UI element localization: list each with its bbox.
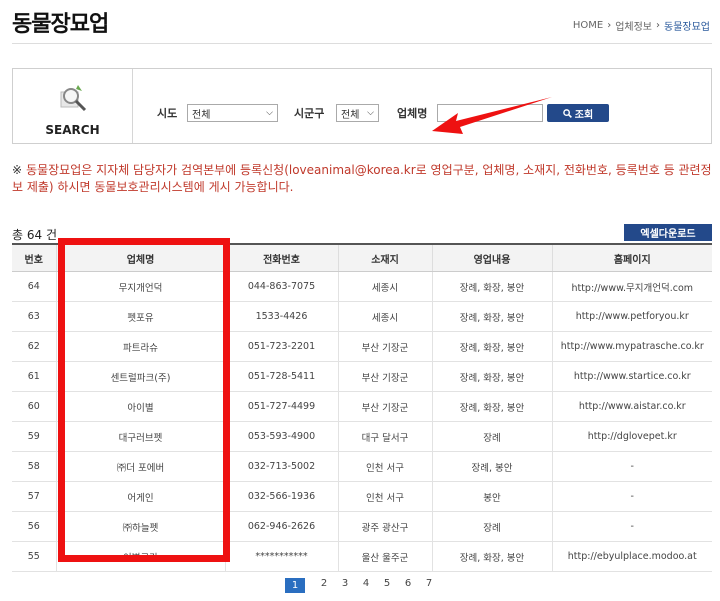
- breadcrumb-home[interactable]: HOME: [573, 20, 603, 31]
- phone: 051-727-4499: [224, 391, 338, 422]
- divider: [12, 43, 712, 44]
- column-header: 홈페이지: [551, 243, 712, 272]
- column-header: 소재지: [337, 243, 432, 272]
- sigungu-select[interactable]: 전체 ⌵: [336, 104, 379, 122]
- search-button-label: 조회: [574, 109, 594, 121]
- location: 인천 서구: [337, 481, 432, 512]
- phone: 053-593-4900: [224, 421, 338, 452]
- search-button[interactable]: 조회: [547, 104, 609, 122]
- row-number: 57: [12, 481, 56, 512]
- location: 세종시: [337, 271, 432, 302]
- breadcrumb-level1[interactable]: 업체정보: [615, 18, 652, 33]
- phone: 032-566-1936: [224, 481, 338, 512]
- location: 부산 기장군: [337, 391, 432, 422]
- homepage-link: -: [551, 511, 712, 542]
- total-count: 총 64 건: [12, 228, 57, 242]
- sigungu-label: 시군구: [294, 107, 325, 120]
- page-link[interactable]: 4: [360, 578, 372, 593]
- services: 장례: [431, 511, 552, 542]
- services: 장례, 화장, 봉안: [431, 541, 552, 572]
- phone: 051-723-2201: [224, 331, 338, 362]
- location: 부산 기장군: [337, 331, 432, 362]
- search-icon: [562, 108, 572, 118]
- phone: 032-713-5002: [224, 451, 338, 482]
- column-header: 전화번호: [224, 243, 338, 272]
- registration-notice: ※ 동물장묘업은 지자체 담당자가 검역본부에 등록신청(loveanimal@k…: [12, 162, 712, 196]
- page-link[interactable]: 6: [402, 578, 414, 593]
- chevron-down-icon: ⌵: [266, 108, 273, 118]
- row-number: 63: [12, 301, 56, 332]
- services: 장례, 화장, 봉안: [431, 271, 552, 302]
- homepage-link[interactable]: http://www.mypatrasche.co.kr: [551, 331, 712, 362]
- services: 장례, 화장, 봉안: [431, 301, 552, 332]
- row-number: 55: [12, 541, 56, 572]
- page-link[interactable]: 2: [318, 578, 330, 593]
- pagination: 1 2 3 4 5 6 7: [0, 578, 720, 593]
- chevron-right-icon: ›: [607, 20, 612, 31]
- location: 부산 기장군: [337, 361, 432, 392]
- column-header: 영업내용: [431, 243, 552, 272]
- excel-download-button[interactable]: 엑셀다운로드: [624, 224, 712, 241]
- page-link-active[interactable]: 1: [285, 578, 305, 593]
- notice-mark: ※: [12, 163, 23, 177]
- services: 봉안: [431, 481, 552, 512]
- homepage-link[interactable]: http://dglovepet.kr: [551, 421, 712, 452]
- page-link[interactable]: 7: [423, 578, 435, 593]
- row-number: 64: [12, 271, 56, 302]
- location: 광주 광산구: [337, 511, 432, 542]
- chevron-down-icon: ⌵: [367, 108, 374, 118]
- row-number: 59: [12, 421, 56, 452]
- location: 인천 서구: [337, 451, 432, 482]
- name-label: 업체명: [397, 107, 428, 120]
- location: 세종시: [337, 301, 432, 332]
- phone: 062-946-2626: [224, 511, 338, 542]
- row-number: 61: [12, 361, 56, 392]
- homepage-link[interactable]: http://www.무지개언덕.com: [551, 271, 712, 302]
- homepage-link[interactable]: http://www.aistar.co.kr: [551, 391, 712, 422]
- services: 장례, 화장, 봉안: [431, 361, 552, 392]
- breadcrumb-current: 동물장묘업: [664, 22, 710, 33]
- sido-label: 시도: [157, 107, 178, 120]
- sido-select[interactable]: 전체 ⌵: [187, 104, 278, 122]
- services: 장례, 화장, 봉안: [431, 331, 552, 362]
- homepage-link: -: [551, 481, 712, 512]
- services: 장례: [431, 421, 552, 452]
- location: 대구 달서구: [337, 421, 432, 452]
- search-panel: SEARCH 시도 전체 ⌵ 시군구 전체 ⌵ 업체명 조회: [12, 68, 712, 144]
- services: 장례, 봉안: [431, 451, 552, 482]
- page-link[interactable]: 3: [339, 578, 351, 593]
- chevron-right-icon: ›: [656, 20, 660, 31]
- magnifier-icon: [60, 85, 87, 112]
- highlight-box: [58, 238, 230, 562]
- sigungu-select-value: 전체: [341, 109, 360, 121]
- sido-select-value: 전체: [192, 109, 211, 121]
- row-number: 62: [12, 331, 56, 362]
- location: 울산 울주군: [337, 541, 432, 572]
- row-number: 60: [12, 391, 56, 422]
- phone: 051-728-5411: [224, 361, 338, 392]
- row-number: 56: [12, 511, 56, 542]
- page-link[interactable]: 5: [381, 578, 393, 593]
- search-panel-label: SEARCH: [45, 123, 100, 137]
- arrow-icon: [432, 97, 552, 134]
- page-title: 동물장묘업: [12, 12, 109, 37]
- breadcrumb: HOME › 업체정보 › 동물장묘업: [573, 18, 710, 33]
- homepage-link[interactable]: http://www.petforyou.kr: [551, 301, 712, 332]
- homepage-link: -: [551, 451, 712, 482]
- homepage-link[interactable]: http://ebyulplace.modoo.at: [551, 541, 712, 572]
- row-number: 58: [12, 451, 56, 482]
- phone: 044-863-7075: [224, 271, 338, 302]
- column-header: 번호: [12, 243, 56, 272]
- phone: ***********: [224, 541, 338, 572]
- search-graphic: SEARCH: [13, 69, 133, 143]
- homepage-link[interactable]: http://www.startice.co.kr: [551, 361, 712, 392]
- services: 장례, 화장, 봉안: [431, 391, 552, 422]
- phone: 1533-4426: [224, 301, 338, 332]
- notice-text: 동물장묘업은 지자체 담당자가 검역본부에 등록신청(loveanimal@ko…: [12, 163, 712, 194]
